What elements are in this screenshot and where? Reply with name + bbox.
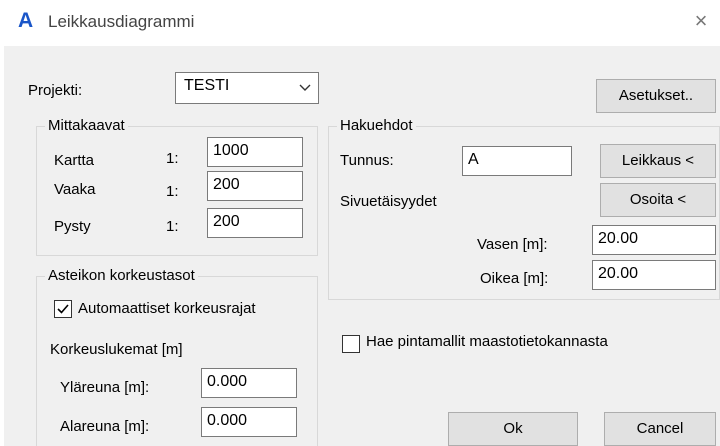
hae-label: Hae pintamallit maastotietokannasta <box>366 333 608 350</box>
leikkaus-button[interactable]: Leikkaus < <box>600 144 716 178</box>
tunnus-label: Tunnus: <box>340 152 394 169</box>
kartta-label: Kartta <box>54 152 95 169</box>
kartta-input[interactable]: 1000 <box>207 137 303 167</box>
mittakaavat-title: Mittakaavat <box>45 117 128 134</box>
projekti-value: TESTI <box>184 77 230 94</box>
chevron-down-icon <box>299 84 311 91</box>
auto-label: Automaattiset korkeusrajat <box>78 300 256 317</box>
asetukset-button[interactable]: Asetukset.. <box>596 79 716 113</box>
osoita-button[interactable]: Osoita < <box>600 183 716 217</box>
projekti-label: Projekti: <box>28 82 83 99</box>
oikea-input[interactable]: 20.00 <box>592 260 716 290</box>
ylareuna-input[interactable]: 0.000 <box>201 368 297 398</box>
tunnus-input[interactable]: A <box>462 146 572 176</box>
vasen-label: Vasen [m]: <box>477 236 548 253</box>
cancel-button[interactable]: Cancel <box>604 412 716 446</box>
title-bar: A Leikkausdiagrammi × <box>0 0 720 44</box>
pysty-label: Pysty <box>54 218 91 235</box>
projekti-select[interactable]: TESTI <box>175 72 319 104</box>
ylareuna-label: Yläreuna [m]: <box>60 379 150 396</box>
hakuehdot-title: Hakuehdot <box>337 117 416 134</box>
alareuna-input[interactable]: 0.000 <box>201 407 297 437</box>
check-icon <box>57 304 69 314</box>
app-icon: A <box>18 9 34 32</box>
dialog-body: Projekti: TESTI Asetukset.. Mittakaavat … <box>4 46 720 446</box>
vaaka-prefix: 1: <box>166 183 179 200</box>
auto-checkbox[interactable] <box>54 300 72 318</box>
vasen-input[interactable]: 20.00 <box>592 225 716 255</box>
kartta-prefix: 1: <box>166 150 179 167</box>
sivuetaisyydet-label: Sivuetäisyydet <box>340 193 437 210</box>
alareuna-label: Alareuna [m]: <box>60 418 150 435</box>
oikea-label: Oikea [m]: <box>480 270 549 287</box>
window-title: Leikkausdiagrammi <box>48 12 195 31</box>
vaaka-input[interactable]: 200 <box>207 171 303 201</box>
vaaka-label: Vaaka <box>54 181 96 198</box>
pysty-input[interactable]: 200 <box>207 208 303 238</box>
hae-checkbox[interactable] <box>342 335 360 353</box>
pysty-prefix: 1: <box>166 218 179 235</box>
korkeuslukemat-label: Korkeuslukemat [m] <box>50 341 183 358</box>
ok-button[interactable]: Ok <box>448 412 578 446</box>
asteikon-title: Asteikon korkeustasot <box>45 267 198 284</box>
close-icon[interactable]: × <box>688 8 714 34</box>
